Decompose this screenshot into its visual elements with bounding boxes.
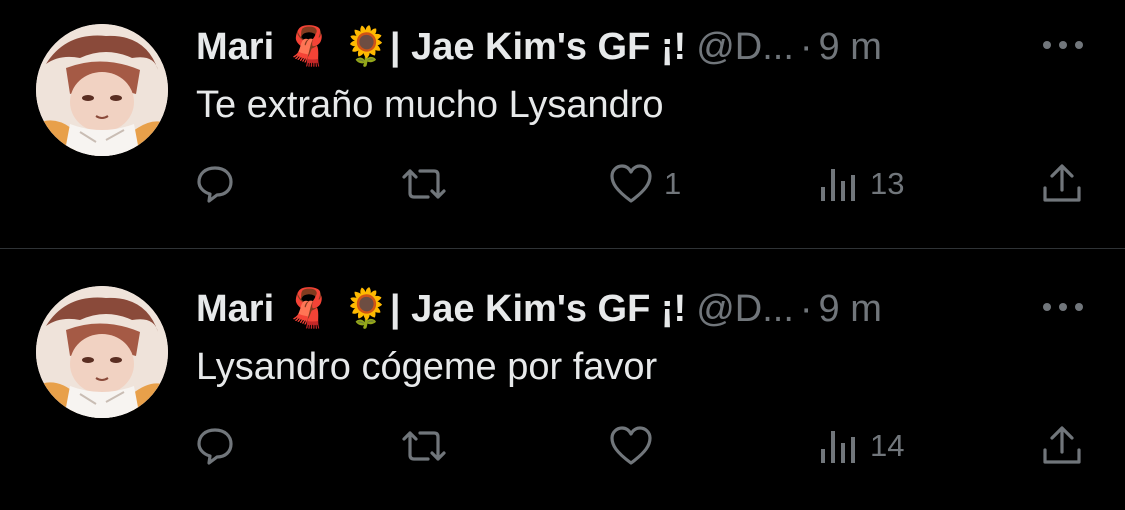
like-icon <box>610 164 652 203</box>
views-button[interactable]: 14 <box>818 422 904 470</box>
like-button[interactable] <box>608 422 664 470</box>
more-icon <box>1043 303 1083 311</box>
avatar[interactable] <box>36 286 168 418</box>
action-bar: 14 <box>0 422 1125 470</box>
view-count: 13 <box>870 166 905 201</box>
views-icon <box>821 169 855 201</box>
like-count: 1 <box>664 166 682 201</box>
avatar[interactable] <box>36 24 168 156</box>
views-button[interactable]: 13 <box>818 160 904 208</box>
like-icon <box>610 426 652 465</box>
retweet-button[interactable] <box>398 160 450 208</box>
like-button[interactable]: 1 <box>608 160 681 208</box>
reply-button[interactable] <box>194 422 236 470</box>
separator-dot: · <box>799 288 813 330</box>
display-name[interactable]: Mari 🧣 🌻| Jae Kim's GF ¡! <box>196 26 686 68</box>
views-icon <box>821 431 855 463</box>
reply-icon <box>197 166 233 203</box>
tweet[interactable]: Mari 🧣 🌻| Jae Kim's GF ¡! @D... · 9 m Te ex… <box>0 0 1125 248</box>
share-icon <box>1043 426 1081 464</box>
more-icon <box>1043 41 1083 49</box>
share-icon <box>1043 164 1081 202</box>
more-options-button[interactable] <box>1038 22 1088 68</box>
timestamp[interactable]: 9 m <box>819 26 882 68</box>
tweet-feed: Mari 🧣 🌻| Jae Kim's GF ¡! @D... · 9 m Te ex… <box>0 0 1125 508</box>
reply-button[interactable] <box>194 160 236 208</box>
user-handle[interactable]: @D... <box>696 26 794 68</box>
more-options-button[interactable] <box>1038 284 1088 330</box>
avatar-illustration <box>36 286 168 418</box>
tweet-text: Te extraño mucho Lysandro <box>196 84 664 126</box>
reply-icon <box>197 428 233 465</box>
retweet-button[interactable] <box>398 422 450 470</box>
share-button[interactable] <box>1040 422 1084 470</box>
tweet-header: Mari 🧣 🌻| Jae Kim's GF ¡! @D... · 9 m <box>196 284 1096 334</box>
display-name[interactable]: Mari 🧣 🌻| Jae Kim's GF ¡! <box>196 288 686 330</box>
tweet-text: Lysandro cógeme por favor <box>196 346 658 388</box>
separator-dot: · <box>799 26 813 68</box>
retweet-icon <box>402 169 446 199</box>
share-button[interactable] <box>1040 160 1084 208</box>
retweet-icon <box>402 431 446 461</box>
avatar-illustration <box>36 24 168 156</box>
user-handle[interactable]: @D... <box>696 288 794 330</box>
tweet-header: Mari 🧣 🌻| Jae Kim's GF ¡! @D... · 9 m <box>196 22 1096 72</box>
tweet[interactable]: Mari 🧣 🌻| Jae Kim's GF ¡! @D... · 9 m Lysan… <box>0 262 1125 510</box>
tweet-divider <box>0 248 1125 249</box>
timestamp[interactable]: 9 m <box>819 288 882 330</box>
view-count: 14 <box>870 428 905 463</box>
action-bar: 1 13 <box>0 160 1125 208</box>
